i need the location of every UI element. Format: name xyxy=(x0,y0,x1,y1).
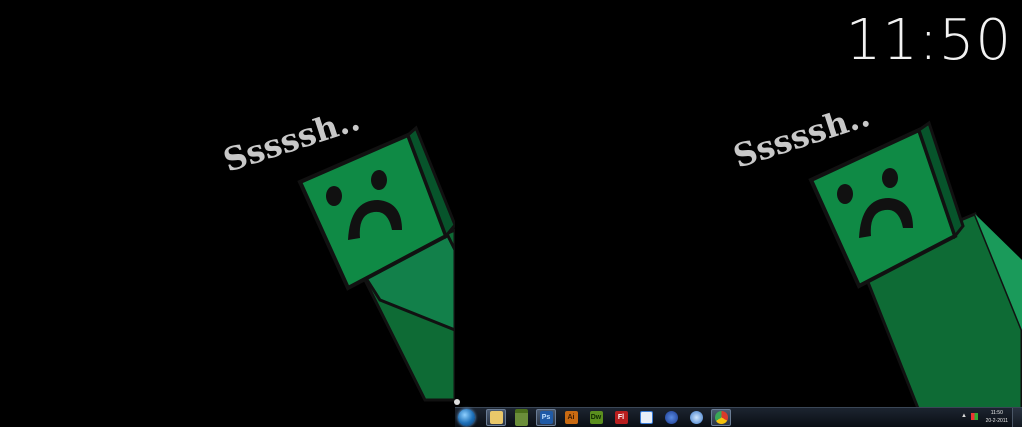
tray-expand-icon[interactable]: ▲ xyxy=(961,413,967,419)
messenger-icon xyxy=(639,411,653,424)
start-orb-icon[interactable] xyxy=(458,409,475,426)
tray-time: 11:50 xyxy=(990,410,1003,416)
creeper-illustration: Sssssh.. xyxy=(219,100,455,402)
tray-clock[interactable]: 11:50 20-2-2011 xyxy=(986,409,1008,425)
taskbar-messenger-button[interactable] xyxy=(636,409,656,426)
taskbar-chrome-button[interactable] xyxy=(711,409,731,426)
wallpaper-right: Sssssh.. 11:50 xyxy=(455,0,1022,426)
wallpaper-left: Sssssh.. xyxy=(0,0,455,426)
illustrator-icon: Ai xyxy=(564,411,578,424)
taskbar: Ps Ai Dw Fl ▲ 11:50 20-2-2011 xyxy=(455,407,1022,427)
gadget-icon xyxy=(454,399,460,405)
taskbar-flash-button[interactable]: Fl xyxy=(611,409,631,426)
action-center-flag-icon[interactable] xyxy=(971,413,978,420)
system-tray: ▲ 11:50 20-2-2011 xyxy=(952,408,1022,427)
taskbar-dreamweaver-button[interactable]: Dw xyxy=(586,409,606,426)
taskbar-photoshop-button[interactable]: Ps xyxy=(536,409,556,426)
desktop-clock-gadget: 11:50 xyxy=(845,8,1012,73)
show-desktop-button[interactable] xyxy=(1012,408,1022,427)
taskbar-explorer-button[interactable] xyxy=(486,409,506,426)
chrome-icon xyxy=(714,411,728,424)
firefox-icon xyxy=(664,411,678,424)
taskbar-itunes-button[interactable] xyxy=(686,409,706,426)
taskbar-minecraft-button[interactable] xyxy=(511,409,531,426)
photoshop-icon: Ps xyxy=(539,411,553,424)
taskbar-firefox-button[interactable] xyxy=(661,409,681,426)
flash-icon: Fl xyxy=(614,411,628,424)
dreamweaver-icon: Dw xyxy=(589,411,603,424)
grass-block-icon xyxy=(514,409,528,426)
itunes-icon xyxy=(689,411,703,424)
tray-date: 20-2-2011 xyxy=(985,418,1008,424)
folder-icon xyxy=(489,411,503,424)
taskbar-illustrator-button[interactable]: Ai xyxy=(561,409,581,426)
